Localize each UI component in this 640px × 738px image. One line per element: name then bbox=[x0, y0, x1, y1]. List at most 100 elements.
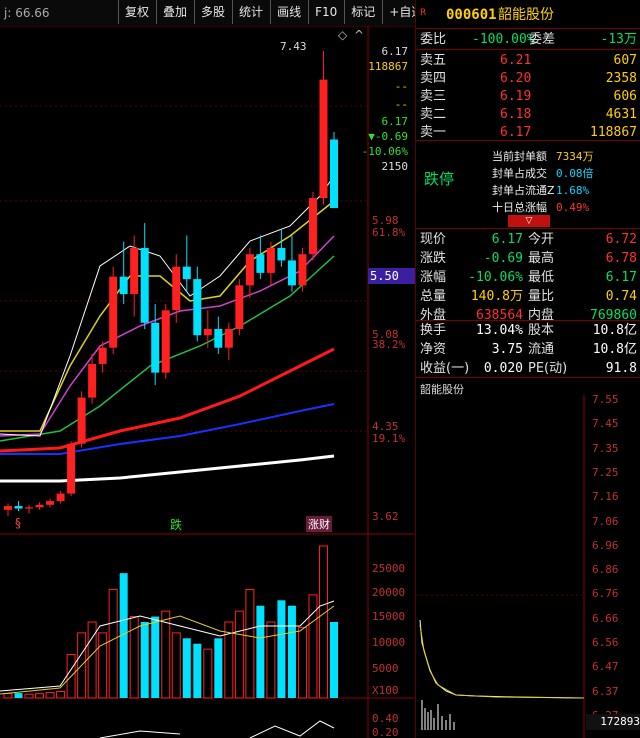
candle-body bbox=[319, 79, 328, 199]
mini-price-tick: 6.96 bbox=[592, 538, 619, 552]
volume-bar bbox=[287, 605, 296, 698]
volume-bar bbox=[266, 621, 276, 699]
toolbar-button-5[interactable]: F10 bbox=[308, 0, 343, 24]
candle-body bbox=[235, 285, 244, 330]
limit-value: 0.08倍 bbox=[556, 167, 594, 180]
candle-body bbox=[298, 254, 307, 286]
quote-value: 6.72 bbox=[605, 232, 637, 247]
chevron-down-icon[interactable]: ▽ bbox=[508, 215, 550, 227]
limit-label: 当前封单额 bbox=[492, 150, 547, 163]
ma-readout: j: 66.66 bbox=[4, 6, 50, 20]
limit-row: 封单占流通Z 1.68% bbox=[416, 182, 640, 200]
quote-label: 最低 bbox=[528, 270, 555, 285]
quote-row: 收益(一) 0.020 PE(动) 91.8 bbox=[416, 360, 640, 378]
ask-label: 卖五 bbox=[420, 53, 447, 68]
quote-value: 6.78 bbox=[605, 251, 637, 266]
ask-row[interactable]: 卖三 6.19 606 bbox=[416, 88, 640, 106]
candle-body bbox=[193, 279, 202, 336]
candle-body bbox=[151, 322, 160, 373]
quote-label: PE(动) bbox=[528, 361, 568, 376]
marker-left: § bbox=[15, 516, 21, 530]
limit-row: 当前封单额 7334万 bbox=[416, 148, 640, 166]
ask-label: 卖二 bbox=[420, 107, 447, 122]
candle-body bbox=[287, 260, 296, 286]
volume-bar bbox=[318, 545, 328, 699]
ask-row[interactable]: 卖二 6.18 4631 bbox=[416, 106, 640, 124]
quote-label: 股本 bbox=[528, 323, 555, 338]
toolbar-button-2[interactable]: 多股 bbox=[194, 0, 231, 24]
quote-label: 总量 bbox=[420, 289, 447, 304]
limit-value: 7334万 bbox=[556, 150, 594, 163]
toolbar-button-0[interactable]: 复权 bbox=[118, 0, 155, 24]
volume-bar bbox=[151, 616, 160, 698]
quote-label: 收益(一) bbox=[420, 361, 470, 376]
mini-price-tick: 7.06 bbox=[592, 514, 619, 528]
mini-price-tick: 6.66 bbox=[592, 611, 619, 625]
volume-bar bbox=[108, 588, 118, 699]
fold-icon[interactable]: ^ bbox=[354, 28, 364, 42]
scale-info-0: 6.17 bbox=[381, 45, 409, 58]
candle-body bbox=[277, 247, 286, 261]
kline-chart[interactable]: 5.9861.8%5.0838.2%4.3519.1%3.62250002000… bbox=[0, 26, 414, 738]
candle-body bbox=[67, 443, 76, 494]
stock-code[interactable]: 000601 bbox=[446, 6, 497, 24]
quote-row: 涨跌 -0.69 最高 6.78 bbox=[416, 250, 640, 268]
volume-bar bbox=[256, 605, 265, 698]
quote-label: 流通 bbox=[528, 342, 555, 357]
quote-label: 最高 bbox=[528, 251, 555, 266]
limit-value: 1.68% bbox=[556, 184, 590, 197]
mini-price-tick: 7.45 bbox=[592, 417, 619, 431]
quote-panel: R 000601 韶能股份 委比 -100.00% 委差 -13万 卖五 6.21… bbox=[415, 0, 640, 738]
quote-label: 换手 bbox=[420, 323, 447, 338]
scale-info-3: -- bbox=[394, 98, 408, 111]
candle-body bbox=[330, 139, 338, 209]
ask-volume: 606 bbox=[613, 89, 637, 104]
toolbar-button-4[interactable]: 画线 bbox=[270, 0, 307, 24]
candle-body bbox=[308, 198, 317, 255]
candle-body bbox=[214, 329, 223, 348]
mini-volume-label: 172893 bbox=[586, 714, 640, 730]
volume-bar bbox=[214, 638, 223, 698]
peak-price-label: 7.43 bbox=[280, 40, 307, 53]
volume-tick: 20000 bbox=[372, 586, 405, 599]
toolbar-button-3[interactable]: 统计 bbox=[232, 0, 269, 24]
quote-label: 净资 bbox=[420, 342, 447, 357]
mini-price-tick: 6.56 bbox=[592, 636, 619, 649]
diamond-icon[interactable]: ◇ bbox=[338, 28, 347, 42]
candle-body bbox=[46, 501, 55, 505]
scale-info-5: ▼-0.69 bbox=[368, 130, 408, 143]
price-tick: 3.62 bbox=[372, 510, 399, 523]
quote-row: 总量 140.8万 量比 0.74 bbox=[416, 288, 640, 306]
volume-bar bbox=[182, 638, 191, 698]
mini-avg-line bbox=[419, 624, 585, 699]
mini-price-tick: 7.25 bbox=[592, 465, 619, 479]
quote-row: 换手 13.04% 股本 10.8亿 bbox=[416, 322, 640, 340]
volume-bar bbox=[171, 632, 181, 699]
marker-right: 涨财 bbox=[306, 516, 332, 532]
volume-bar bbox=[193, 643, 202, 698]
ask-row[interactable]: 卖五 6.21 607 bbox=[416, 52, 640, 70]
stock-name[interactable]: 韶能股份 bbox=[498, 6, 554, 24]
candle-body bbox=[4, 506, 12, 510]
quote-value: 10.8亿 bbox=[592, 323, 637, 338]
weibi-value: -100.00% bbox=[472, 32, 535, 47]
indicator-line bbox=[249, 720, 335, 738]
toolbar-button-1[interactable]: 叠加 bbox=[156, 0, 193, 24]
ask-volume: 2358 bbox=[605, 71, 637, 86]
scale-info-4: 6.17 bbox=[381, 115, 409, 128]
toolbar-button-6[interactable]: 标记 bbox=[344, 0, 381, 24]
volume-bar bbox=[45, 692, 55, 699]
ask-price: 6.18 bbox=[500, 107, 532, 122]
scale-info-2: -- bbox=[394, 80, 408, 93]
limit-row: 封单占成交 0.08倍 bbox=[416, 165, 640, 183]
quote-value: 0.74 bbox=[605, 289, 637, 304]
scale-info-1: 118867 bbox=[368, 60, 408, 73]
quote-value: 91.8 bbox=[605, 361, 637, 376]
candle-body bbox=[25, 507, 34, 509]
quote-label: 涨幅 bbox=[420, 270, 447, 285]
quote-value: -0.69 bbox=[483, 251, 523, 266]
chart-toolbar: j: 66.66 复权叠加多股统计画线F10标记+自选返回 bbox=[0, 0, 461, 27]
ask-row[interactable]: 卖四 6.20 2358 bbox=[416, 70, 640, 88]
candle-body bbox=[224, 329, 233, 348]
quote-value: 3.75 bbox=[491, 342, 523, 357]
